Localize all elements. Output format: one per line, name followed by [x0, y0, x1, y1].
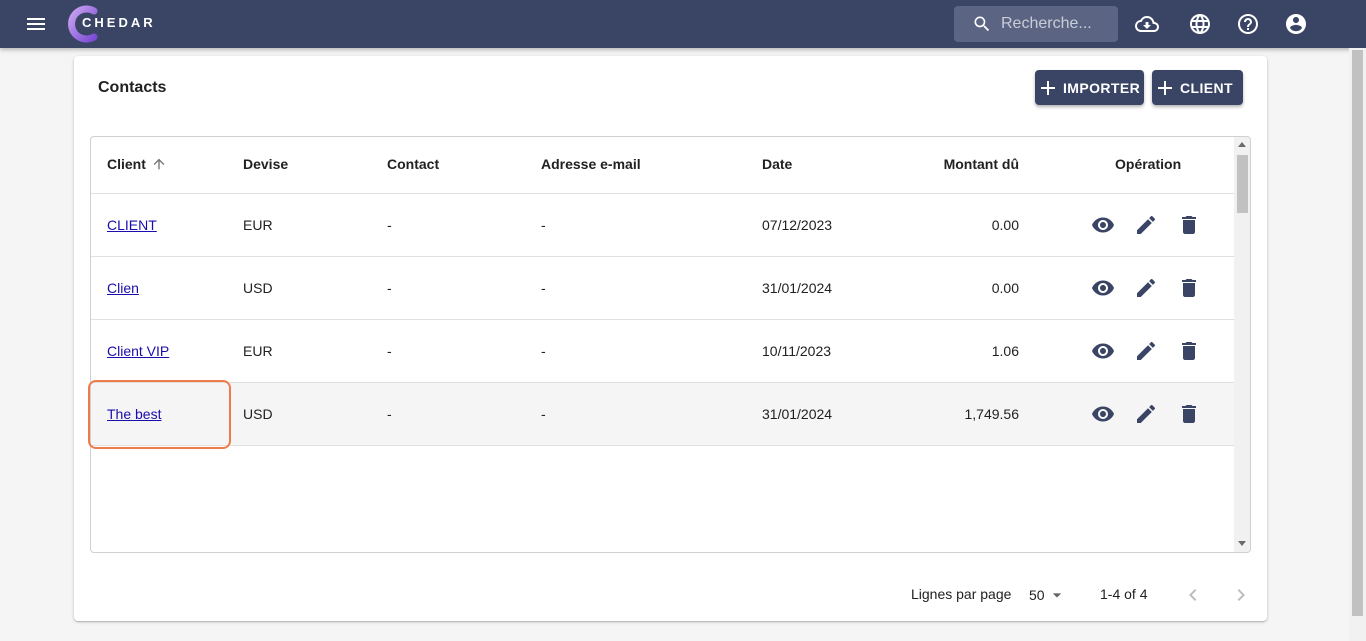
- contacts-table: Client Devise Contact Adresse e-mail Dat…: [90, 136, 1251, 553]
- delete-trash-icon[interactable]: [1177, 276, 1201, 300]
- contacts-card: Contacts IMPORTER CLIENT Client Devise C…: [74, 56, 1267, 621]
- date-cell: 31/01/2024: [762, 406, 833, 422]
- email-cell: -: [541, 343, 546, 359]
- highlight-box: [88, 380, 231, 449]
- menu-icon[interactable]: [24, 12, 48, 36]
- plus-icon: [1041, 80, 1055, 95]
- column-contact-header[interactable]: Contact: [387, 156, 439, 172]
- search-input[interactable]: [1001, 14, 1111, 34]
- delete-trash-icon[interactable]: [1177, 339, 1201, 363]
- table-row: Client VIP EUR - - 10/11/2023 1.06: [91, 320, 1234, 383]
- edit-pencil-icon[interactable]: [1134, 402, 1158, 426]
- client-link[interactable]: Clien: [107, 280, 139, 296]
- contact-cell: -: [387, 217, 392, 233]
- montant-cell: 0.00: [991, 280, 1019, 296]
- devise-cell: EUR: [243, 217, 273, 233]
- add-client-button-label: CLIENT: [1180, 79, 1233, 96]
- montant-cell: 1,749.56: [964, 406, 1020, 422]
- contact-cell: -: [387, 343, 392, 359]
- account-icon[interactable]: [1284, 12, 1308, 36]
- next-page-icon[interactable]: [1229, 583, 1253, 607]
- edit-pencil-icon[interactable]: [1134, 276, 1158, 300]
- brand-name: CHEDAR: [82, 15, 156, 30]
- devise-cell: USD: [243, 280, 273, 296]
- plus-icon: [1158, 80, 1172, 95]
- delete-trash-icon[interactable]: [1177, 402, 1201, 426]
- rows-per-page-select[interactable]: 50: [1029, 585, 1067, 605]
- top-app-bar: CHEDAR: [0, 0, 1366, 48]
- column-devise-header[interactable]: Devise: [243, 156, 288, 172]
- pagination-range: 1-4 of 4: [1100, 586, 1148, 602]
- montant-cell: 0.00: [991, 217, 1019, 233]
- dropdown-arrow-icon: [1052, 593, 1061, 598]
- column-date-header[interactable]: Date: [762, 156, 792, 172]
- date-cell: 07/12/2023: [762, 217, 833, 233]
- view-eye-icon[interactable]: [1091, 402, 1115, 426]
- search-icon: [972, 14, 992, 34]
- import-button-label: IMPORTER: [1063, 79, 1141, 96]
- search-box[interactable]: [954, 6, 1118, 42]
- devise-cell: EUR: [243, 343, 273, 359]
- table-scrollbar-thumb[interactable]: [1237, 155, 1248, 213]
- view-eye-icon[interactable]: [1091, 339, 1115, 363]
- date-cell: 31/01/2024: [762, 280, 833, 296]
- page-scrollbar[interactable]: [1349, 48, 1366, 641]
- contact-cell: -: [387, 280, 392, 296]
- edit-pencil-icon[interactable]: [1134, 339, 1158, 363]
- date-cell: 10/11/2023: [762, 343, 832, 359]
- table-scrollbar[interactable]: [1234, 137, 1250, 552]
- montant-cell: 1.06: [991, 343, 1019, 359]
- column-email-header[interactable]: Adresse e-mail: [541, 156, 641, 172]
- globe-icon[interactable]: [1188, 12, 1212, 36]
- cloud-download-icon[interactable]: [1135, 12, 1159, 36]
- delete-trash-icon[interactable]: [1177, 213, 1201, 237]
- email-cell: -: [541, 406, 546, 422]
- column-montant-header[interactable]: Montant dû: [944, 156, 1019, 172]
- page-scrollbar-thumb[interactable]: [1352, 50, 1363, 616]
- view-eye-icon[interactable]: [1091, 276, 1115, 300]
- column-client-header[interactable]: Client: [107, 156, 167, 172]
- scroll-down-arrow-icon[interactable]: [1238, 541, 1246, 546]
- contact-cell: -: [387, 406, 392, 422]
- previous-page-icon[interactable]: [1181, 583, 1205, 607]
- edit-pencil-icon[interactable]: [1134, 213, 1158, 237]
- rows-per-page-value: 50: [1029, 587, 1045, 603]
- table-header: Client Devise Contact Adresse e-mail Dat…: [91, 137, 1234, 194]
- table-row: Clien USD - - 31/01/2024 0.00: [91, 257, 1234, 320]
- email-cell: -: [541, 280, 546, 296]
- import-button[interactable]: IMPORTER: [1035, 70, 1144, 105]
- devise-cell: USD: [243, 406, 273, 422]
- column-client-label: Client: [107, 156, 146, 172]
- add-client-button[interactable]: CLIENT: [1152, 70, 1243, 105]
- email-cell: -: [541, 217, 546, 233]
- view-eye-icon[interactable]: [1091, 213, 1115, 237]
- page-title: Contacts: [98, 79, 167, 96]
- help-icon[interactable]: [1236, 12, 1260, 36]
- client-link[interactable]: Client VIP: [107, 343, 169, 359]
- sort-arrow-up-icon: [153, 158, 165, 170]
- rows-per-page-label: Lignes par page: [911, 586, 1012, 602]
- scroll-up-arrow-icon[interactable]: [1238, 142, 1246, 147]
- column-operation-header: Opération: [1115, 156, 1182, 172]
- table-row: CLIENT EUR - - 07/12/2023 0.00: [91, 194, 1234, 257]
- table-row: The best USD - - 31/01/2024 1,749.56: [91, 383, 1234, 446]
- brand-logo[interactable]: CHEDAR: [64, 3, 174, 43]
- client-link[interactable]: CLIENT: [107, 217, 157, 233]
